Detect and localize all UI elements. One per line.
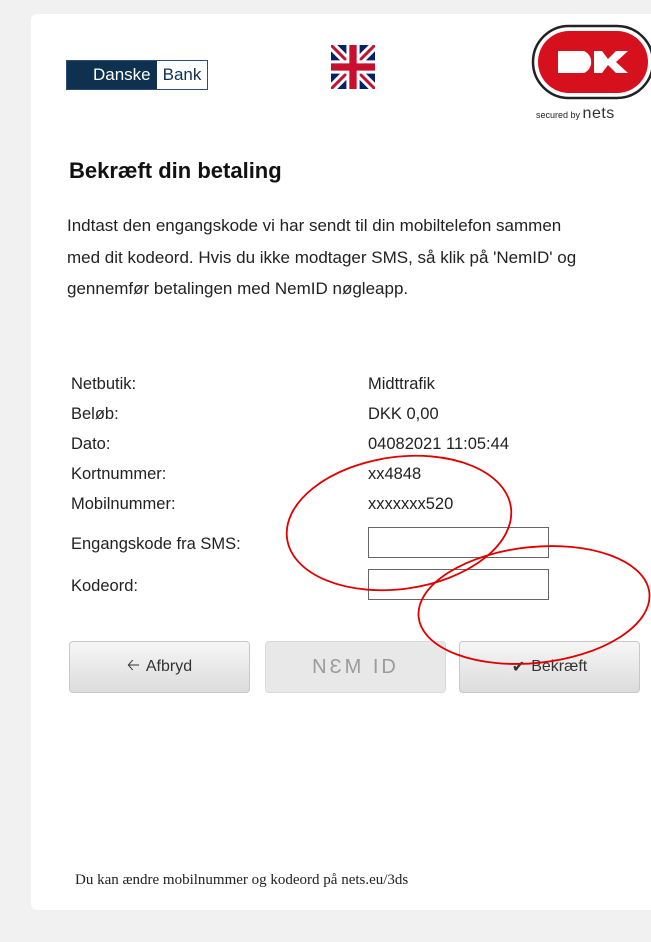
uk-flag-icon[interactable] — [331, 45, 375, 89]
arrow-left-icon: 🡠 — [126, 656, 140, 674]
secured-by-text: secured by — [536, 110, 581, 120]
secured-by-nets: secured by nets — [536, 105, 615, 123]
danske-bank-logo: Danske Bank — [66, 60, 209, 90]
bank-name-part2: Bank — [156, 61, 208, 89]
nemid-button[interactable]: NƐM ID — [265, 641, 446, 693]
detail-label-card-number: Kortnummer: — [71, 465, 167, 483]
cancel-button[interactable]: 🡠 Afbryd — [69, 641, 250, 693]
header: Danske Bank secured by nets — [31, 14, 651, 144]
detail-label-amount: Beløb: — [71, 405, 119, 423]
detail-label-merchant: Netbutik: — [71, 375, 137, 393]
detail-value-mobile-number: xxxxxxx520 — [368, 495, 454, 513]
detail-value-date: 04082021 11:05:44 — [368, 435, 509, 453]
detail-value-merchant: Midttrafik — [368, 375, 435, 393]
confirm-button[interactable]: ✔ Bekræft — [459, 641, 640, 693]
password-input[interactable] — [368, 569, 549, 600]
sms-code-label: Engangskode fra SMS: — [71, 535, 241, 553]
instructions-text: Indtast den engangskode vi har sendt til… — [67, 216, 577, 298]
payment-card: Danske Bank secured by nets Bekræft din … — [31, 14, 651, 910]
nets-logo-text: nets — [582, 105, 615, 122]
page-title: Bekræft din betaling — [69, 158, 282, 183]
dankort-logo — [531, 24, 651, 100]
confirm-button-label: Bekræft — [531, 658, 588, 675]
bank-name-part1: Danske — [67, 61, 157, 89]
detail-value-card-number: xx4848 — [368, 465, 422, 483]
footer-note: Du kan ændre mobilnummer og kodeord på n… — [75, 872, 409, 888]
sms-code-input[interactable] — [368, 527, 549, 558]
detail-label-date: Dato: — [71, 435, 111, 453]
cancel-button-label: Afbryd — [145, 658, 193, 675]
checkmark-icon: ✔ — [511, 659, 526, 676]
detail-value-amount: DKK 0,00 — [368, 405, 439, 423]
nemid-button-label: NƐM ID — [312, 655, 399, 678]
detail-label-mobile-number: Mobilnummer: — [71, 495, 176, 513]
password-label: Kodeord: — [71, 577, 138, 595]
